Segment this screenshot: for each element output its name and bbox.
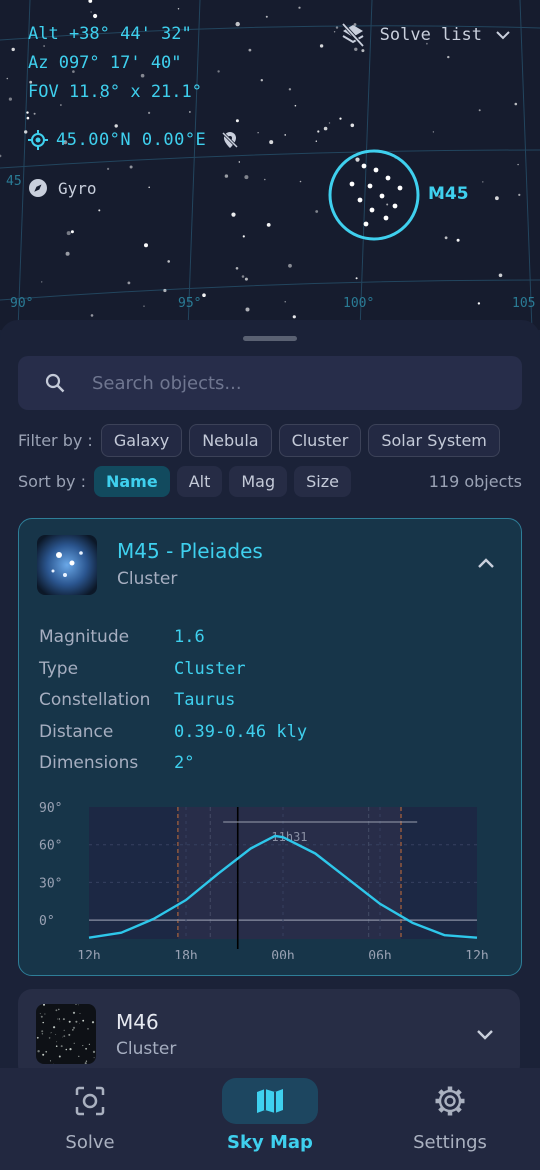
compass-icon [29, 179, 47, 197]
target-label: M45 [428, 184, 469, 204]
object-card-m46[interactable]: M46 Cluster [18, 989, 520, 1079]
layers-off-icon[interactable] [340, 22, 366, 48]
object-card-m45[interactable]: M45 - Pleiades Cluster Magnitude 1.6 Typ… [18, 518, 522, 976]
ra-tick-100: 100° [343, 296, 375, 311]
y-tick-label: 90° [39, 801, 62, 816]
target-circle [328, 149, 420, 241]
nav-solve[interactable]: Solve [20, 1078, 160, 1153]
x-tick-label: 12h [77, 949, 100, 959]
gear-icon [435, 1086, 465, 1116]
y-tick-label: 0° [39, 914, 55, 929]
object-title: M45 - Pleiades [117, 539, 263, 563]
y-tick-label: 60° [39, 839, 62, 854]
location-off-icon[interactable] [220, 130, 240, 150]
search-input[interactable]: Search objects... [92, 373, 242, 394]
x-tick-label: 00h [271, 949, 294, 959]
gyro-label: Gyro [58, 178, 97, 198]
search-bar[interactable]: Search objects... [18, 356, 522, 410]
sort-chip-size[interactable]: Size [294, 466, 351, 497]
detail-label-type: Type [39, 659, 79, 679]
detail-value-constellation: Taurus [174, 690, 236, 710]
object-list-sheet: Search objects... Filter by : Galaxy Neb… [0, 320, 540, 1080]
gyro-toggle[interactable]: Gyro [28, 178, 97, 198]
object-type: Cluster [117, 569, 178, 589]
sort-chip-mag[interactable]: Mag [229, 466, 288, 497]
filter-row: Filter by : Galaxy Nebula Cluster Solar … [18, 424, 507, 457]
object-title: M46 [116, 1010, 159, 1034]
altitude-chart: 11h3190°60°30°0°12h 18h 00h 06h 12h [39, 801, 489, 959]
object-type: Cluster [116, 1039, 177, 1059]
x-tick-label: 12h [465, 949, 488, 959]
object-count: 119 objects [428, 472, 522, 491]
detail-value-dimensions: 2° [174, 753, 195, 773]
filter-chip-cluster[interactable]: Cluster [278, 424, 362, 457]
object-thumbnail [37, 535, 97, 595]
sort-chip-alt[interactable]: Alt [176, 466, 223, 497]
detail-label-magnitude: Magnitude [39, 627, 130, 647]
sort-row: Sort by : Name Alt Mag Size [18, 466, 358, 497]
location-text: 45.00°N 0.00°E [56, 130, 207, 150]
filter-chip-solar-system[interactable]: Solar System [368, 424, 500, 457]
altitude-readout: Alt +38° 44' 32" [28, 24, 192, 44]
chevron-down-icon[interactable] [476, 1029, 494, 1041]
sort-label: Sort by : [18, 472, 86, 491]
sky-view[interactable]: Alt +38° 44' 32" Az 097° 17' 40" FOV 11.… [0, 0, 540, 330]
fov-readout: FOV 11.8° x 21.1° [28, 82, 202, 102]
star-field [0, 0, 540, 330]
night-band [177, 807, 402, 939]
detail-value-distance: 0.39-0.46 kly [174, 722, 308, 742]
search-icon [45, 373, 65, 393]
chevron-up-icon[interactable] [477, 557, 495, 569]
solve-list-label: Solve list [379, 25, 482, 45]
filter-chip-nebula[interactable]: Nebula [189, 424, 272, 457]
detail-label-dimensions: Dimensions [39, 753, 139, 773]
y-tick-label: 30° [39, 876, 62, 891]
crosshair-location-icon [28, 130, 48, 150]
chevron-down-icon [496, 31, 510, 40]
sort-chip-name[interactable]: Name [93, 466, 170, 497]
x-tick-label: 06h [368, 949, 391, 959]
nav-solve-label: Solve [65, 1132, 115, 1153]
nav-sky-map-label: Sky Map [227, 1132, 313, 1153]
sheet-drag-handle[interactable] [243, 336, 297, 341]
ra-tick-90: 90° [10, 296, 34, 311]
nav-sky-map[interactable]: Sky Map [200, 1078, 340, 1153]
detail-value-magnitude: 1.6 [174, 627, 205, 647]
dec-tick: 45 [6, 174, 22, 189]
scan-icon [75, 1086, 105, 1116]
solve-list-dropdown[interactable]: Solve list [340, 22, 510, 48]
bottom-navigation: Solve Sky Map Settings [0, 1068, 540, 1170]
ra-tick-95: 95° [178, 296, 202, 311]
location-readout[interactable]: 45.00°N 0.00°E [28, 130, 240, 150]
nav-settings-label: Settings [413, 1132, 487, 1153]
detail-label-distance: Distance [39, 722, 114, 742]
detail-label-constellation: Constellation [39, 690, 151, 710]
ra-tick-105: 105 [512, 296, 536, 311]
detail-value-type: Cluster [174, 659, 246, 679]
azimuth-readout: Az 097° 17' 40" [28, 53, 182, 73]
nav-settings[interactable]: Settings [380, 1078, 520, 1153]
filter-chip-galaxy[interactable]: Galaxy [100, 424, 183, 457]
map-icon [257, 1089, 283, 1113]
filter-label: Filter by : [18, 431, 93, 450]
x-tick-label: 18h [174, 949, 197, 959]
object-thumbnail [36, 1004, 96, 1064]
